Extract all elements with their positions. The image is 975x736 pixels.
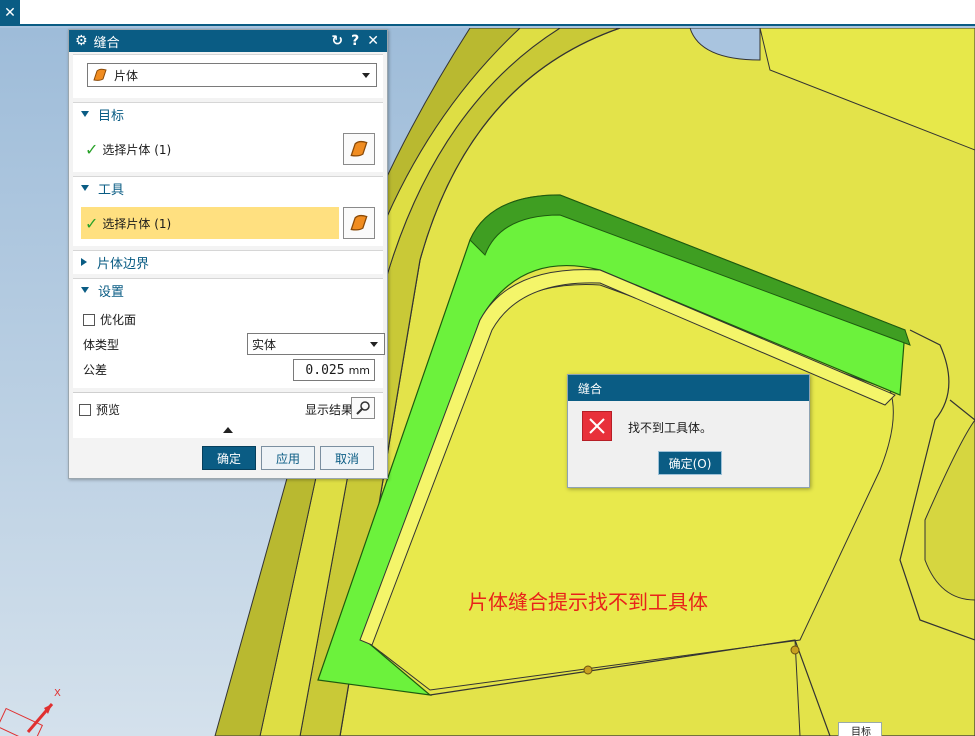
error-icon (582, 411, 612, 441)
close-icon[interactable]: ✕ (367, 33, 379, 49)
error-message: 找不到工具体。 (628, 421, 713, 435)
body-type-row: 体类型 实体 (83, 333, 385, 355)
help-icon[interactable]: ? (351, 33, 359, 49)
error-dialog: 缝合 找不到工具体。 确定(O) (567, 374, 810, 488)
target-tag: 目标 (838, 722, 882, 736)
collapse-icon (81, 185, 89, 191)
optimize-face-checkbox[interactable] (83, 313, 95, 326)
ok-button[interactable]: 确定 (202, 446, 256, 470)
chevron-down-icon (362, 72, 370, 78)
tool-header[interactable]: 工具 (73, 177, 383, 199)
settings-header[interactable]: 设置 (73, 279, 383, 301)
target-select-row[interactable]: ✓ 选择片体 (1) (81, 133, 343, 165)
collapse-icon (81, 111, 89, 117)
sheet-boundary-header[interactable]: 片体边界 (73, 251, 383, 273)
collapse-icon (81, 287, 89, 293)
stitch-dialog: ⚙ 缝合 ↻ ? ✕ 片体 目标 ✓ 选择片体 (1) 工具 ✓ 选择片体 (1… (68, 29, 388, 479)
check-icon: ✓ (85, 139, 99, 159)
dialog-title: 缝合 (93, 35, 120, 51)
sheet-boundary-section: 片体边界 (73, 250, 383, 274)
dialog-titlebar[interactable]: ⚙ 缝合 ↻ ? ✕ (69, 30, 387, 52)
type-value: 片体 (114, 68, 139, 83)
chevron-down-icon (370, 341, 378, 347)
collapse-more-icon[interactable] (223, 427, 233, 433)
sheet-body-icon (350, 214, 368, 231)
tool-section: 工具 ✓ 选择片体 (1) (73, 176, 383, 246)
gear-icon[interactable]: ⚙ (75, 33, 88, 49)
body-type-dropdown[interactable]: 实体 (247, 333, 385, 355)
preview-checkbox[interactable] (79, 403, 91, 416)
cancel-button[interactable]: 取消 (320, 446, 374, 470)
settings-section: 设置 优化面 体类型 实体 公差 0.025 mm (73, 278, 385, 388)
error-ok-button[interactable]: 确定(O) (658, 451, 722, 475)
type-dropdown[interactable]: 片体 (87, 63, 377, 87)
type-section: 片体 (73, 54, 383, 98)
axis-x-label: X (54, 688, 61, 699)
target-section: 目标 ✓ 选择片体 (1) (73, 102, 383, 172)
tolerance-input[interactable]: 0.025 mm (293, 359, 375, 381)
top-bar: ✕ (0, 0, 975, 26)
error-dialog-titlebar[interactable]: 缝合 (568, 375, 809, 401)
sheet-body-icon (350, 140, 368, 157)
reset-icon[interactable]: ↻ (331, 33, 343, 49)
target-header[interactable]: 目标 (73, 103, 383, 125)
preview-section: 预览 显示结果 (73, 392, 383, 438)
expand-icon (81, 258, 87, 266)
tool-select-row[interactable]: ✓ 选择片体 (1) (81, 207, 339, 239)
tolerance-label: 公差 (83, 363, 108, 377)
show-result-label: 显示结果 (305, 403, 354, 417)
show-result-button[interactable] (351, 397, 375, 419)
magnifier-icon (356, 401, 370, 415)
sheet-body-icon (93, 68, 107, 81)
tool-select-sheet-button[interactable] (343, 207, 375, 239)
optimize-face-row[interactable]: 优化面 (83, 311, 136, 328)
apply-button[interactable]: 应用 (261, 446, 315, 470)
preview-row[interactable]: 预览 (79, 401, 120, 418)
close-tab-icon[interactable]: ✕ (0, 0, 20, 26)
check-icon: ✓ (85, 213, 99, 233)
annotation-text: 片体缝合提示找不到工具体 (468, 590, 708, 614)
target-select-sheet-button[interactable] (343, 133, 375, 165)
